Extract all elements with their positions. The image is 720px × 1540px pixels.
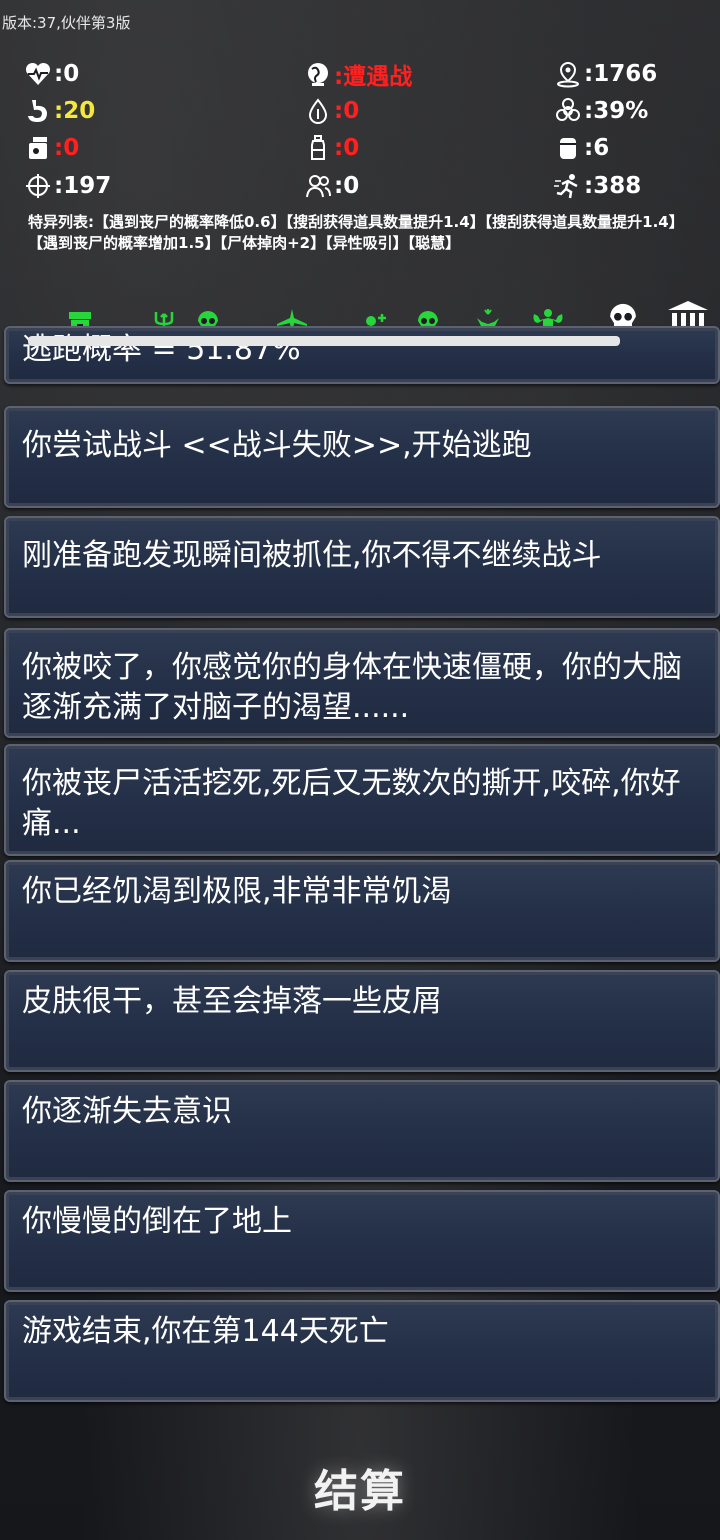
- stat-attack: :197: [24, 170, 111, 202]
- log-entry: 刚准备跑发现瞬间被抓住,你不得不继续战斗: [4, 516, 720, 618]
- stat-distance: :1766: [554, 58, 657, 90]
- stat-health: :0: [24, 58, 79, 90]
- food-can-icon: [29, 137, 47, 159]
- settle-button[interactable]: 结算: [0, 1455, 720, 1519]
- water-drop-icon: [308, 98, 328, 124]
- biohazard-icon: [556, 98, 580, 121]
- barrel-icon: [560, 138, 576, 159]
- group-icon: [306, 175, 331, 198]
- stat-speed: :388: [554, 170, 641, 202]
- globe-icon: [308, 63, 328, 86]
- stat-thirst: :0: [304, 95, 359, 127]
- stat-food: :0: [24, 132, 79, 164]
- log-entry: 你尝试战斗 <<战斗失败>>,开始逃跑: [4, 406, 720, 508]
- stat-infection: :39%: [554, 95, 648, 127]
- progress-bar: [28, 336, 620, 346]
- log-entry: 你已经饥渴到极限,非常非常饥渴: [4, 860, 720, 962]
- log-entry: 逃跑概率 = 51.87%: [4, 326, 720, 384]
- log-entry: 你慢慢的倒在了地上: [4, 1190, 720, 1292]
- log-entry: 你逐渐失去意识: [4, 1080, 720, 1182]
- stat-status: :遭遇战: [304, 58, 412, 90]
- version-label: 版本:37,伙伴第3版: [2, 14, 131, 32]
- log-entry: 你被丧尸活活挖死,死后又无数次的撕开,咬碎,你好痛...: [4, 744, 720, 856]
- water-bottle-icon: [311, 135, 325, 160]
- log-entry: 皮肤很干，甚至会掉落一些皮屑: [4, 970, 720, 1072]
- location-pin-icon: [557, 61, 579, 88]
- stat-companions: :0: [304, 170, 359, 202]
- log-entry: 游戏结束,你在第144天死亡: [4, 1300, 720, 1402]
- stat-ammo: :6: [554, 132, 609, 164]
- stomach-icon: [28, 100, 47, 122]
- log-entry: 你被咬了，你感觉你的身体在快速僵硬，你的大脑逐渐充满了对脑子的渴望......: [4, 628, 720, 738]
- stat-hunger: :20: [24, 95, 95, 127]
- stat-water: :0: [304, 132, 359, 164]
- running-man-icon: [554, 174, 578, 199]
- traits-list: 特异列表:【遇到丧尸的概率降低0.6】【搜刮获得道具数量提升1.4】【搜刮获得道…: [28, 213, 684, 252]
- heart-pulse-icon: [25, 62, 51, 85]
- crosshair-icon: [26, 174, 50, 198]
